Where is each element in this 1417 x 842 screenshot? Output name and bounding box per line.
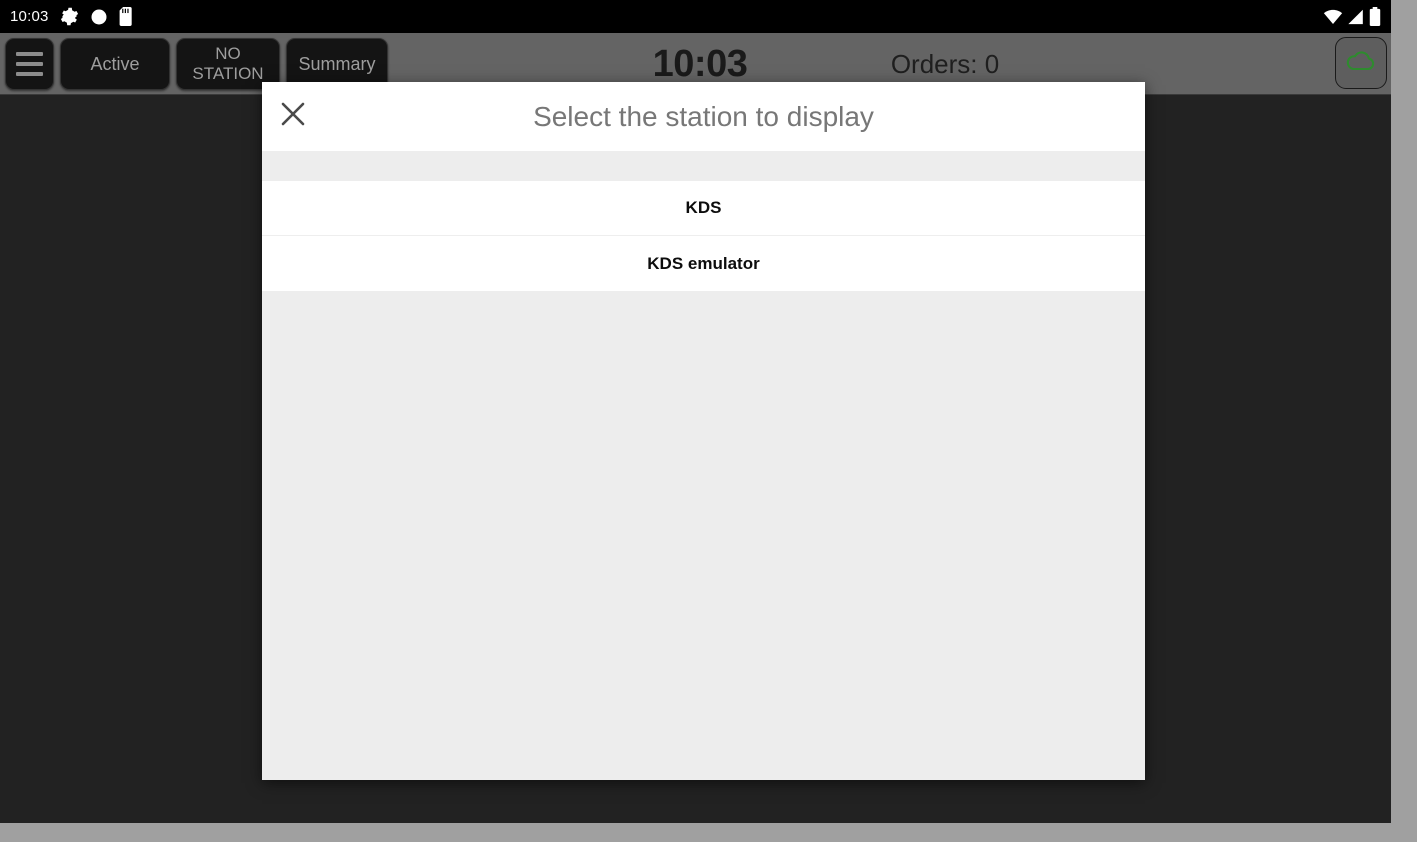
status-bar-right-group <box>1323 7 1381 26</box>
list-item[interactable]: KDS <box>262 181 1145 236</box>
dialog-header: Select the station to display <box>262 82 1145 151</box>
gear-icon <box>60 7 79 26</box>
hamburger-menu-icon-bar <box>16 61 43 66</box>
summary-label: Summary <box>298 53 376 74</box>
dialog-title: Select the station to display <box>533 100 874 132</box>
station-item-label: KDS <box>685 198 722 217</box>
cloud-status-button[interactable] <box>1335 37 1387 89</box>
sd-card-icon <box>119 7 134 26</box>
wifi-icon <box>1323 8 1343 25</box>
dialog-header-spacer <box>262 151 1145 181</box>
active-filter-label: Active <box>90 53 140 74</box>
hamburger-menu-button[interactable] <box>5 37 54 90</box>
circle-icon <box>90 8 108 26</box>
status-bar-clock: 10:03 <box>10 8 49 25</box>
close-dialog-button[interactable] <box>262 82 324 151</box>
hamburger-menu-icon-bar <box>16 51 43 56</box>
station-selector-label-line1: NO <box>215 43 241 63</box>
station-selector-label-line2: STATION <box>192 63 264 83</box>
close-x-icon <box>278 99 308 134</box>
status-bar-left-group: 10:03 <box>10 7 134 26</box>
station-item-label: KDS emulator <box>647 253 760 273</box>
battery-icon <box>1369 7 1381 26</box>
station-select-dialog: Select the station to display KDS KDS em… <box>262 82 1145 780</box>
list-item[interactable]: KDS emulator <box>262 236 1145 291</box>
cloud-icon <box>1345 49 1377 78</box>
station-list: KDS KDS emulator <box>262 181 1145 291</box>
hamburger-menu-icon-bar <box>16 71 43 76</box>
device-screen: 10:03 Active NO STATION Summary 10:03 Or… <box>0 0 1391 823</box>
cellular-signal-icon <box>1347 8 1365 25</box>
android-status-bar: 10:03 <box>0 0 1391 33</box>
station-selector-label: NO STATION <box>192 44 263 83</box>
active-filter-button[interactable]: Active <box>60 37 170 90</box>
